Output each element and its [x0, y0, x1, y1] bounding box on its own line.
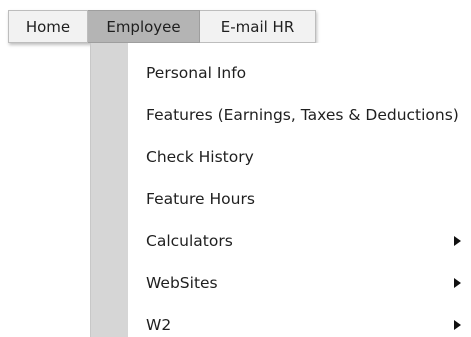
menu-item-w2[interactable]: W2: [128, 304, 471, 337]
page: Home Employee E-mail HR Personal Info Fe…: [0, 0, 471, 337]
menu-item-label: W2: [146, 316, 172, 334]
submenu-arrow-icon: [454, 278, 461, 288]
menu-item-websites[interactable]: WebSites: [128, 262, 471, 304]
menu-item-feature-hours[interactable]: Feature Hours: [128, 178, 471, 220]
dropdown-icon-gutter: [90, 43, 128, 337]
menu-item-check-history[interactable]: Check History: [128, 136, 471, 178]
submenu-arrow-icon: [454, 320, 461, 330]
top-menubar: Home Employee E-mail HR: [8, 10, 316, 43]
employee-dropdown-menu: Personal Info Features (Earnings, Taxes …: [90, 43, 471, 337]
menu-item-label: Feature Hours: [146, 190, 255, 208]
menu-item-personal-info[interactable]: Personal Info: [128, 52, 471, 94]
tab-email-hr[interactable]: E-mail HR: [200, 10, 316, 43]
menu-item-label: WebSites: [146, 274, 218, 292]
menu-item-label: Features (Earnings, Taxes & Deductions): [146, 106, 459, 124]
menu-item-features[interactable]: Features (Earnings, Taxes & Deductions): [128, 94, 471, 136]
menu-item-label: Calculators: [146, 232, 233, 250]
menu-item-calculators[interactable]: Calculators: [128, 220, 471, 262]
dropdown-items: Personal Info Features (Earnings, Taxes …: [128, 43, 471, 337]
menu-item-label: Personal Info: [146, 64, 247, 82]
tab-home[interactable]: Home: [8, 10, 88, 43]
menu-item-label: Check History: [146, 148, 254, 166]
tab-employee[interactable]: Employee: [88, 10, 200, 43]
submenu-arrow-icon: [454, 236, 461, 246]
